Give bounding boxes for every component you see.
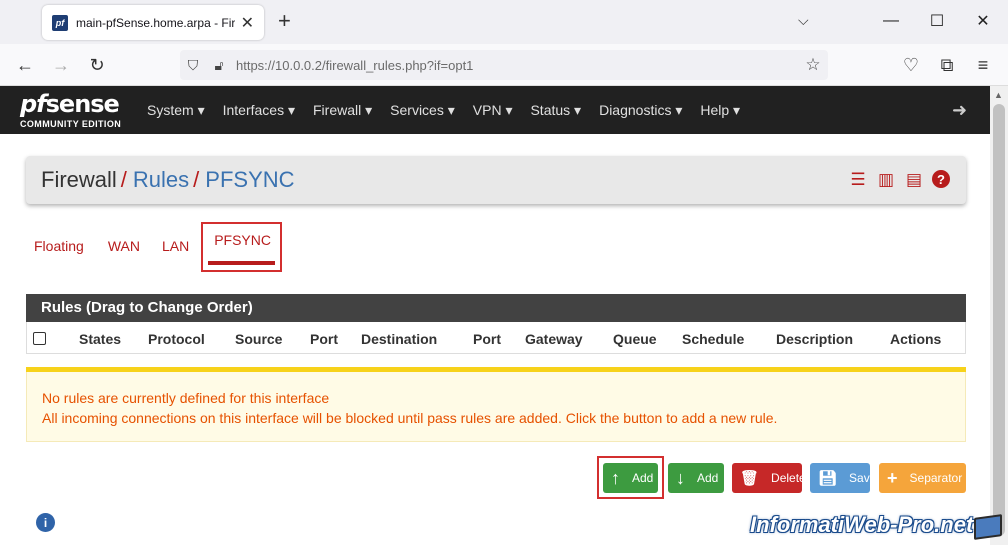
active-tab-indicator: [208, 261, 275, 265]
url-path: /firewall_rules.php?if=opt1: [322, 57, 474, 73]
browser-tab-bar: pf main-pfSense.home.arpa - Firefox ✕ + …: [0, 0, 1008, 44]
tab-wan[interactable]: WAN: [100, 228, 148, 268]
tab-pfsync-label: PFSYNC: [214, 232, 271, 248]
pfsense-navbar: pfsense COMMUNITY EDITION System ▾ Inter…: [0, 86, 990, 134]
logo-sense: sense: [45, 90, 120, 118]
browser-nav-bar: ← → ↻ ⛉ 🔓︎ https://10.0.0.2/firewall_rul…: [0, 44, 1008, 86]
breadcrumb-separator: /: [193, 167, 200, 192]
col-gateway: Gateway: [525, 331, 583, 347]
breadcrumb-pfsync[interactable]: PFSYNC: [205, 167, 294, 193]
delete-label: Delete: [771, 471, 806, 485]
breadcrumb-firewall: Firewall: [41, 167, 117, 192]
col-queue: Queue: [613, 331, 657, 347]
tab-pfsync[interactable]: PFSYNC: [201, 222, 282, 272]
url-text[interactable]: https://10.0.0.2/firewall_rules.php?if=o…: [232, 58, 798, 73]
col-actions: Actions: [890, 331, 942, 347]
menu-firewall[interactable]: Firewall ▾: [304, 102, 381, 119]
rules-panel-title: Rules (Drag to Change Order): [26, 294, 966, 322]
minimize-icon[interactable]: —: [876, 8, 906, 34]
tab-lan[interactable]: LAN: [154, 228, 197, 268]
save-label: Save: [849, 471, 877, 485]
list-icon[interactable]: ▤: [904, 170, 924, 190]
add-top-label: Add: [632, 471, 654, 485]
breadcrumb: Firewall / Rules / PFSYNC ☰ ▥ ▤ ?: [26, 156, 966, 204]
watermark: InformatiWeb-Pro.net: [750, 512, 974, 537]
sliders-icon[interactable]: ☰: [848, 170, 868, 190]
pfsense-favicon-icon: pf: [52, 14, 68, 31]
pocket-icon[interactable]: ♡: [898, 52, 924, 78]
floppy-disk-icon: 💾︎: [818, 470, 838, 487]
col-port: Port: [310, 331, 338, 347]
separator-label: Separator: [909, 471, 963, 485]
menu-services[interactable]: Services ▾: [381, 102, 464, 119]
interface-tabs: Floating WAN LAN PFSYNC: [26, 222, 282, 272]
col-port: Port: [473, 331, 501, 347]
breadcrumb-rules[interactable]: Rules: [133, 167, 189, 193]
app-menu-icon[interactable]: ≡: [970, 52, 996, 78]
bookmark-star-icon[interactable]: ☆: [798, 55, 828, 75]
separator-button[interactable]: + Separator: [879, 463, 966, 493]
no-rules-alert: No rules are currently defined for this …: [26, 372, 966, 442]
reload-icon[interactable]: ↻: [84, 52, 110, 78]
alert-line-2: All incoming connections on this interfa…: [42, 410, 778, 426]
maximize-icon[interactable]: ☐: [922, 8, 952, 34]
pfsense-logo[interactable]: pfsense COMMUNITY EDITION: [20, 91, 130, 131]
scroll-up-icon[interactable]: ▲: [994, 90, 1003, 100]
back-icon[interactable]: ←: [12, 52, 38, 78]
col-source: Source: [235, 331, 283, 347]
trash-icon: 🗑︎: [740, 470, 760, 487]
add-rule-top-button[interactable]: ↑ Add: [603, 463, 658, 493]
alert-line-1: No rules are currently defined for this …: [42, 390, 330, 406]
menu-status[interactable]: Status ▾: [521, 102, 590, 119]
col-destination: Destination: [361, 331, 438, 347]
tab-list-chevron-icon[interactable]: ⌵: [798, 12, 809, 29]
forward-icon[interactable]: →: [48, 52, 74, 78]
scrollbar-thumb[interactable]: [993, 104, 1005, 536]
arrow-up-icon: ↑: [611, 467, 620, 488]
add-bottom-label: Add: [697, 471, 719, 485]
logo-pf: pf: [20, 90, 47, 118]
logo-edition: COMMUNITY EDITION: [20, 119, 122, 129]
save-button[interactable]: 💾︎ Save: [810, 463, 876, 493]
main-menu: System ▾ Interfaces ▾ Firewall ▾ Service…: [138, 86, 749, 134]
menu-help[interactable]: Help ▾: [691, 102, 749, 119]
select-all-checkbox[interactable]: [33, 332, 46, 345]
breadcrumb-separator: /: [120, 167, 127, 192]
logout-icon[interactable]: ➜: [952, 100, 967, 121]
lock-icon[interactable]: 🔓︎: [206, 57, 232, 74]
menu-system[interactable]: System ▾: [138, 102, 214, 119]
close-tab-icon[interactable]: ✕: [241, 13, 254, 33]
help-icon[interactable]: ?: [932, 170, 950, 188]
info-icon[interactable]: i: [36, 513, 55, 532]
browser-tab[interactable]: pf main-pfSense.home.arpa - Firefox ✕: [42, 5, 264, 40]
plus-icon: +: [887, 467, 898, 488]
extensions-icon[interactable]: ⧉: [934, 52, 960, 78]
col-description: Description: [776, 331, 854, 347]
menu-vpn[interactable]: VPN ▾: [464, 102, 522, 119]
url-bar[interactable]: ⛉ 🔓︎ https://10.0.0.2/firewall_rules.php…: [180, 50, 828, 80]
tab-floating[interactable]: Floating: [26, 228, 92, 268]
shield-icon[interactable]: ⛉: [180, 57, 206, 74]
add-rule-bottom-button[interactable]: ↓ Add: [668, 463, 724, 493]
new-tab-icon[interactable]: +: [278, 10, 291, 32]
arrow-down-icon: ↓: [676, 467, 685, 488]
col-schedule: Schedule: [682, 331, 745, 347]
bar-chart-icon[interactable]: ▥: [876, 170, 896, 190]
menu-interfaces[interactable]: Interfaces ▾: [214, 102, 304, 119]
col-states: States: [79, 331, 122, 347]
url-host: https://10.0.0.2: [236, 57, 323, 73]
close-window-icon[interactable]: ✕: [968, 8, 998, 34]
menu-diagnostics[interactable]: Diagnostics ▾: [590, 102, 691, 119]
browser-tab-title: main-pfSense.home.arpa - Firefox: [76, 15, 235, 30]
delete-button[interactable]: 🗑︎ Delete: [732, 463, 806, 493]
rules-table-header: States Protocol Source Port Destination …: [26, 322, 966, 354]
col-protocol: Protocol: [148, 331, 205, 347]
watermark-laptop-icon: [974, 514, 1002, 540]
